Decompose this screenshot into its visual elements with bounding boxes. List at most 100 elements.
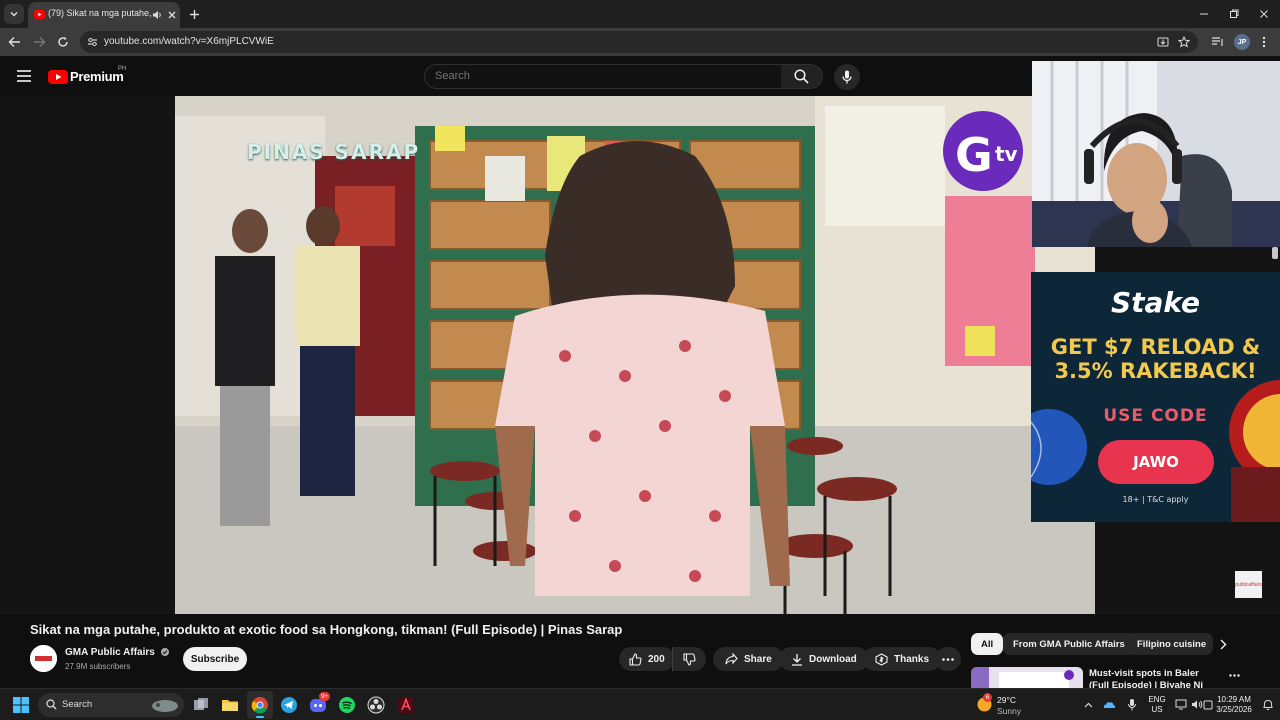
telegram-icon[interactable]	[280, 696, 298, 714]
channel-avatar[interactable]	[30, 645, 57, 672]
chrome-taskbar-active[interactable]	[247, 691, 273, 719]
reload-icon[interactable]	[57, 36, 69, 48]
video-scene: G tv	[175, 96, 1095, 614]
bookmark-star-icon[interactable]	[1178, 36, 1190, 48]
search-input[interactable]	[435, 70, 735, 82]
new-tab-icon[interactable]	[189, 9, 200, 20]
profile-avatar[interactable]: JP	[1234, 34, 1250, 50]
forward-icon[interactable]	[33, 36, 46, 48]
region-code-tray: US	[1151, 705, 1163, 714]
install-app-icon[interactable]	[1157, 36, 1169, 48]
region-code: PH	[118, 66, 127, 72]
verified-badge-icon	[160, 648, 169, 656]
obs-icon[interactable]	[367, 696, 385, 714]
related-video-title[interactable]: Must-visit spots in Baler (Full Episode)…	[1089, 668, 1217, 688]
weather-badge: 6	[983, 693, 992, 702]
like-count: 200	[648, 653, 665, 665]
search-button[interactable]	[781, 64, 823, 89]
related-more-icon[interactable]	[1229, 674, 1240, 677]
browser-toolbar: youtube.com/watch?v=X6mjPLCVWiE JP	[0, 28, 1280, 56]
microphone-tray-icon[interactable]	[1127, 698, 1137, 712]
hamburger-menu-icon[interactable]	[17, 70, 31, 82]
weather-temp: 29°C	[997, 695, 1016, 705]
share-button[interactable]: Share	[713, 647, 784, 671]
back-icon[interactable]	[8, 36, 21, 48]
taskbar-search[interactable]: Search	[38, 693, 184, 717]
language-code: ENG	[1148, 695, 1166, 704]
task-view-icon[interactable]	[192, 696, 210, 714]
adobe-app-icon[interactable]	[397, 696, 415, 714]
download-icon	[792, 653, 802, 666]
chevron-down-icon	[10, 12, 18, 17]
voice-search-button[interactable]	[834, 64, 860, 90]
more-horizontal-icon	[942, 657, 954, 661]
like-button[interactable]: 200	[619, 647, 675, 671]
ad-use-code-label: USE CODE	[1103, 406, 1208, 426]
chip-from-channel[interactable]: From GMA Public Affairs	[1003, 633, 1135, 655]
tab-close-icon[interactable]	[168, 11, 176, 19]
network-icon[interactable]	[1175, 699, 1187, 710]
page-scrollbar-thumb[interactable]	[1272, 247, 1278, 259]
thanks-label: Thanks	[894, 653, 930, 665]
webcam-overlay	[1032, 61, 1280, 247]
volume-icon[interactable]	[1191, 699, 1203, 710]
ad-headline-1: GET $7 RELOAD &	[1050, 335, 1261, 359]
onedrive-icon[interactable]	[1102, 698, 1116, 712]
weather-widget[interactable]: 6 29°C Sunny	[976, 693, 1046, 717]
browser-tab[interactable]: (79) Sikat na mga putahe, p	[28, 2, 180, 28]
tab-search-button[interactable]	[4, 4, 24, 24]
taskbar-search-label: Search	[62, 699, 93, 710]
channel-name[interactable]: GMA Public Affairs	[65, 647, 169, 658]
window-minimize-icon[interactable]	[1196, 6, 1212, 22]
discord-taskbar[interactable]: 9+	[309, 692, 330, 714]
windows-start-icon[interactable]	[13, 697, 29, 713]
stake-advertisement[interactable]: Stake GET $7 RELOAD & 3.5% RAKEBACK! USE…	[1031, 272, 1280, 522]
clock-time: 10:29 AM	[1217, 695, 1251, 704]
clock[interactable]: 10:29 AM 3/25/2026	[1212, 695, 1256, 715]
video-title: Sikat na mga putahe, produkto at exotic …	[30, 622, 623, 637]
url-text: youtube.com/watch?v=X6mjPLCVWiE	[104, 36, 274, 47]
chip-all[interactable]: All	[971, 633, 1004, 655]
discord-badge: 9+	[319, 692, 330, 701]
tab-title: (79) Sikat na mga putahe, p	[48, 8, 152, 18]
notification-bell-icon[interactable]	[1262, 698, 1274, 711]
video-frame[interactable]: G tv PINAS SARAP	[175, 96, 1095, 614]
microphone-icon	[842, 70, 852, 84]
chip-filipino-cuisine[interactable]: Filipino cuisine	[1127, 633, 1213, 655]
chrome-icon	[251, 697, 268, 714]
address-bar[interactable]: youtube.com/watch?v=X6mjPLCVWiE	[80, 31, 1198, 53]
search-highlight-icon	[152, 700, 178, 712]
chips-next-icon[interactable]	[1219, 639, 1227, 650]
ad-brand: Stake	[1110, 286, 1201, 319]
youtube-play-logo-icon	[48, 70, 68, 84]
file-explorer-icon[interactable]	[221, 696, 239, 714]
ad-headline-2: 3.5% RAKEBACK!	[1054, 359, 1257, 383]
download-button[interactable]: Download	[779, 647, 869, 671]
speaker-icon[interactable]	[152, 10, 163, 20]
subscribe-button[interactable]: Subscribe	[183, 647, 247, 671]
browser-tab-bar: (79) Sikat na mga putahe, p	[0, 0, 1280, 28]
spotify-icon[interactable]	[338, 696, 356, 714]
related-video-thumbnail[interactable]	[971, 667, 1083, 688]
more-menu-icon[interactable]	[1262, 36, 1266, 48]
ad-code-button[interactable]: JAWO	[1098, 440, 1214, 484]
tray-overflow-icon[interactable]	[1084, 702, 1093, 708]
more-actions-button[interactable]	[935, 647, 961, 671]
window-restore-icon[interactable]	[1226, 6, 1242, 22]
clock-date: 3/25/2026	[1216, 705, 1252, 714]
windows-taskbar: Search 9+ 6 29°C Sunny ENG US 10:29 AM 3…	[0, 688, 1280, 720]
share-icon	[725, 653, 738, 665]
channel-name-text: GMA Public Affairs	[65, 647, 155, 658]
super-thanks-icon	[875, 652, 888, 666]
window-close-icon[interactable]	[1256, 6, 1272, 22]
channel-watermark[interactable]: publicaffairs	[1235, 571, 1262, 598]
svg-text:G: G	[955, 128, 993, 182]
input-language[interactable]: ENG US	[1146, 695, 1168, 715]
search-box[interactable]	[424, 64, 782, 89]
dislike-button[interactable]	[672, 647, 706, 671]
webcam-feed	[1032, 61, 1280, 247]
media-controls-icon[interactable]	[1211, 36, 1224, 48]
site-info-icon[interactable]	[87, 37, 98, 47]
subscriber-count: 27.9M subscribers	[65, 662, 131, 671]
thanks-button[interactable]: Thanks	[863, 647, 942, 671]
